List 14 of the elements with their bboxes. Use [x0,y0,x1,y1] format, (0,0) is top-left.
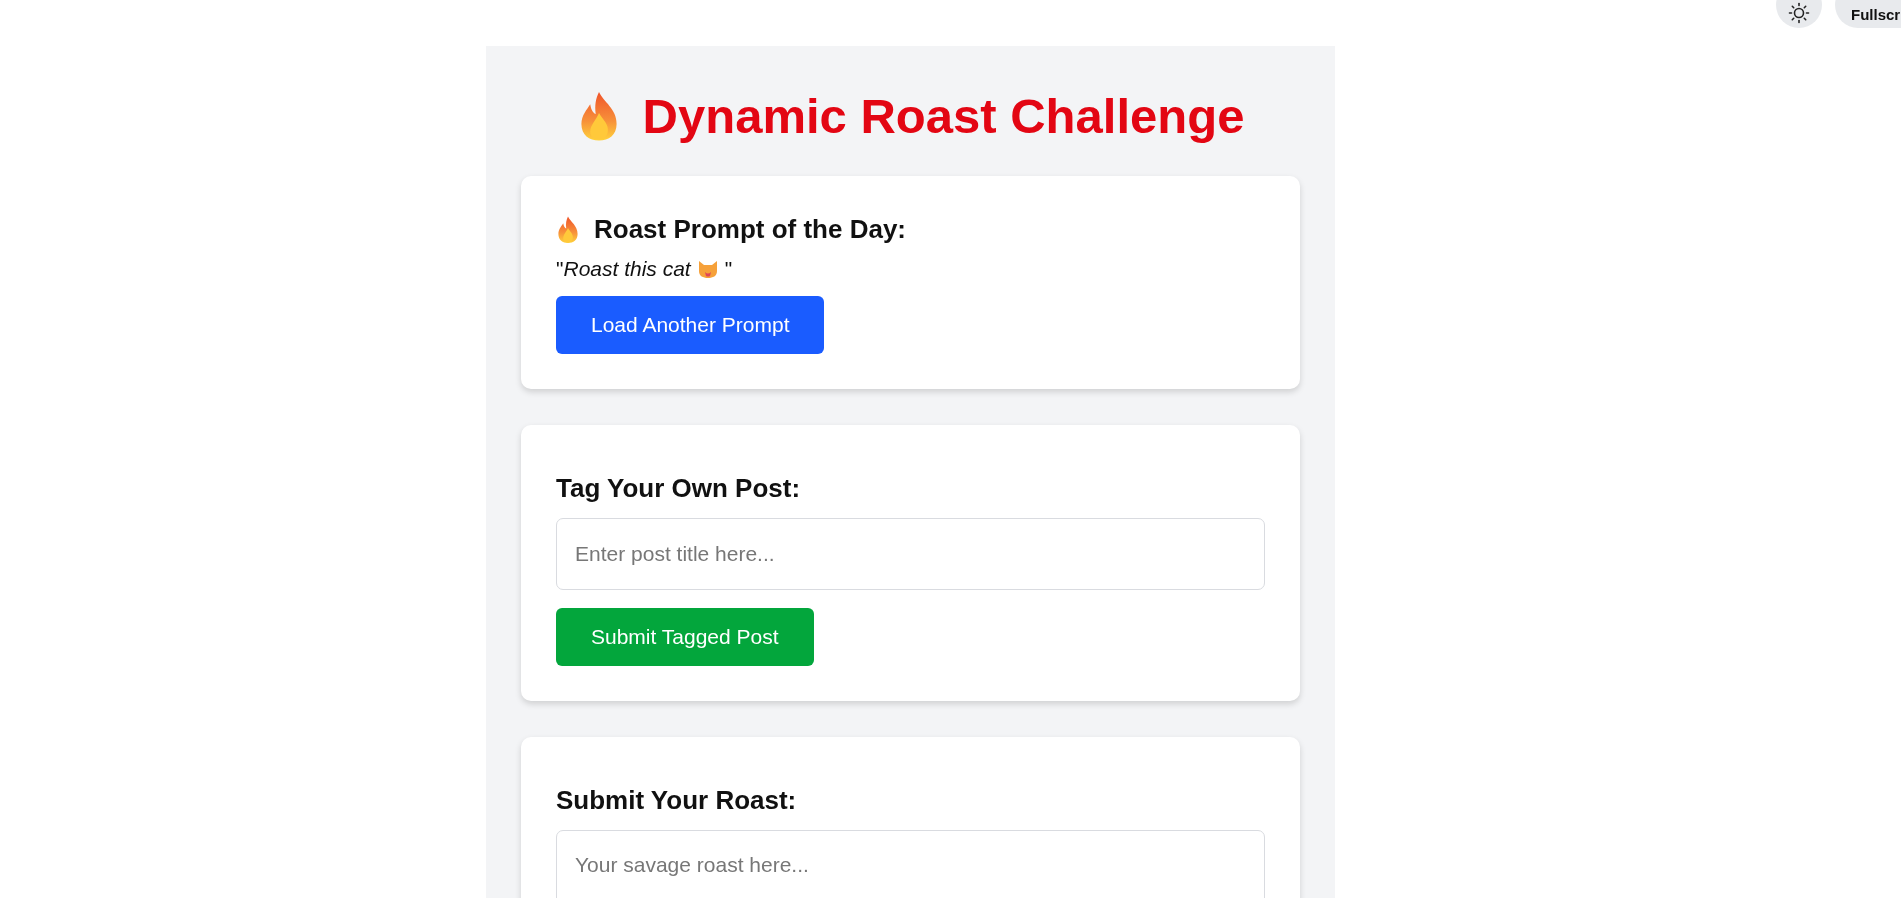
load-prompt-button[interactable]: Load Another Prompt [556,296,825,354]
card-heading: Roast Prompt of the Day: [594,214,907,245]
fullscreen-button[interactable]: Fullscr [1835,0,1901,28]
roast-field[interactable]: Your savage roast here... [556,830,1265,898]
post-title-field[interactable]: Enter post title here... [556,518,1265,590]
card-heading: Submit Your Roast: [556,785,797,816]
sun-icon [1788,2,1810,24]
flame-icon [556,215,580,244]
submit-tagged-post-button[interactable]: Submit Tagged Post [556,608,814,666]
closing-quote: " [724,257,733,281]
card-heading: Tag Your Own Post: [556,473,801,504]
cat-face-icon [696,259,719,279]
prompt-text: "Roast this cat [556,257,691,281]
page-title: Dynamic Roast Challenge [642,88,1245,144]
